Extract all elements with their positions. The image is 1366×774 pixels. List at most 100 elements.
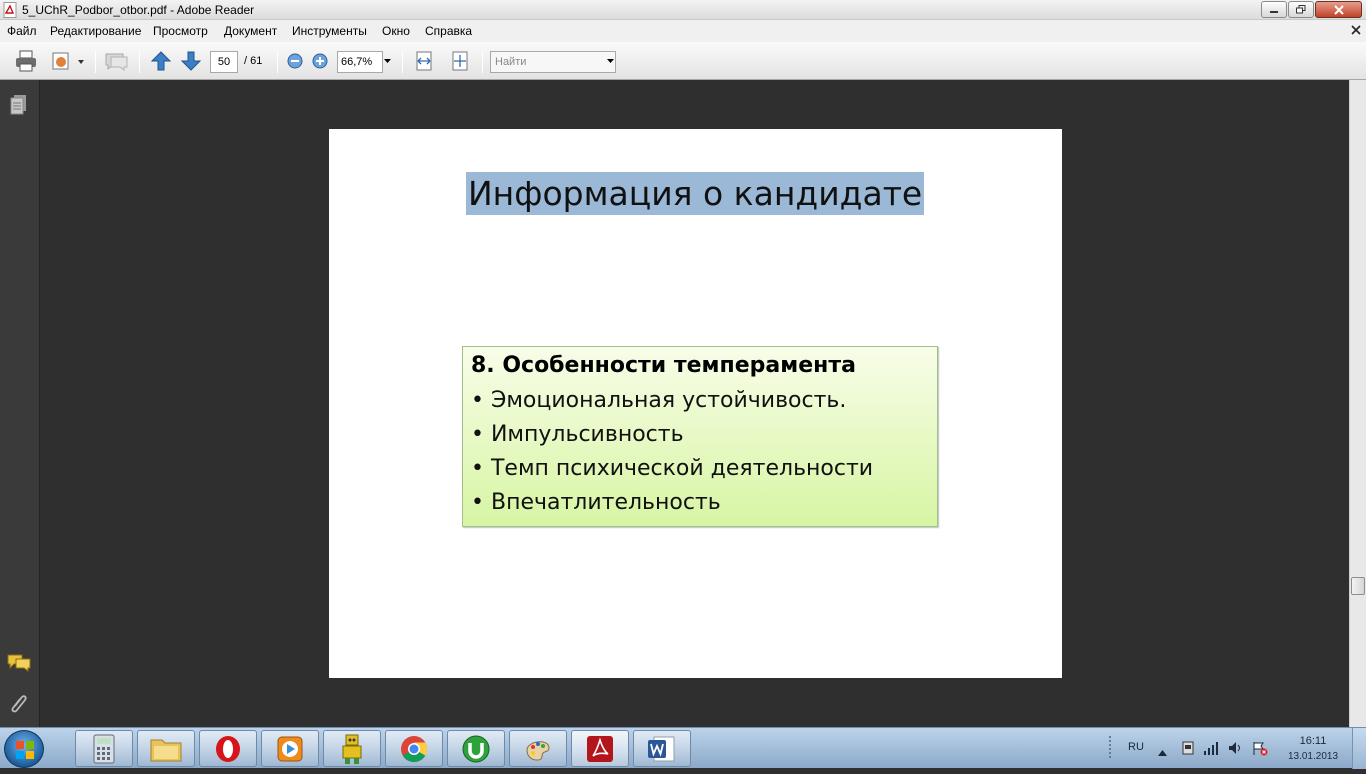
search-dropdown[interactable]: [606, 56, 615, 66]
windows-logo-icon: [16, 741, 34, 759]
toolbar-separator: [95, 51, 96, 73]
print-button[interactable]: [13, 50, 39, 72]
taskbar-paint[interactable]: [509, 730, 567, 767]
previous-page-button[interactable]: [149, 50, 173, 72]
close-button[interactable]: [1315, 1, 1362, 18]
scrollbar-thumb[interactable]: [1351, 577, 1365, 595]
minimize-button[interactable]: [1261, 1, 1287, 18]
restore-icon: [1296, 5, 1306, 14]
usb-tray-icon[interactable]: [1180, 740, 1196, 761]
zoom-dropdown[interactable]: [383, 56, 392, 66]
folder-icon: [150, 739, 182, 761]
menu-bar: Файл Редактирование Просмотр Документ Ин…: [0, 20, 1366, 42]
fit-width-icon: [416, 51, 432, 71]
slide-title: Информация о кандидате: [466, 172, 925, 215]
taskbar-adobe-reader[interactable]: [571, 730, 629, 767]
pdf-file-icon: [3, 2, 17, 18]
toolbar-separator: [482, 51, 483, 73]
taskbar-chrome[interactable]: [385, 730, 443, 767]
clock-date[interactable]: 13.01.2013: [1280, 751, 1346, 762]
fit-width-button[interactable]: [412, 50, 436, 72]
bullet-item: • Импульсивность: [471, 422, 684, 447]
toolbar-separator: [402, 51, 403, 73]
menu-edit[interactable]: Редактирование: [50, 24, 141, 38]
taskbar: RU 16:11 13.01.2013: [0, 727, 1366, 769]
zoom-out-button[interactable]: [286, 52, 304, 70]
speaker-icon: [1229, 742, 1240, 754]
start-button[interactable]: [4, 730, 44, 768]
taskbar-opera[interactable]: [199, 730, 257, 767]
restore-button[interactable]: [1288, 1, 1314, 18]
comments-panel-button[interactable]: [7, 653, 31, 673]
utorrent-icon: [462, 735, 490, 762]
media-player-icon: [277, 736, 303, 761]
bullet-item: • Эмоциональная устойчивость.: [471, 388, 847, 413]
page-number-input[interactable]: 50: [210, 51, 238, 73]
taskbar-utorrent[interactable]: [447, 730, 505, 767]
fit-page-icon: [452, 51, 468, 71]
vertical-scrollbar[interactable]: [1349, 80, 1366, 727]
robot-game-icon: [342, 734, 362, 764]
page-total: / 61: [244, 55, 263, 67]
comment-button[interactable]: [103, 50, 129, 72]
pages-panel-button[interactable]: [9, 94, 29, 116]
flag-warning-icon: [1253, 742, 1268, 756]
speech-bubble-icon: [105, 53, 128, 71]
chevron-down-icon: [607, 59, 614, 63]
close-document-icon[interactable]: [1350, 23, 1362, 37]
paint-palette-icon: [526, 740, 550, 761]
chevron-down-icon: [384, 59, 391, 63]
show-desktop-button[interactable]: [1352, 728, 1366, 769]
menu-view[interactable]: Просмотр: [153, 24, 208, 38]
bullet-item: • Впечатлительность: [471, 490, 721, 515]
attachments-panel-button[interactable]: [8, 692, 30, 716]
volume-tray-icon[interactable]: [1227, 740, 1243, 761]
next-page-button[interactable]: [179, 50, 203, 72]
printer-icon: [16, 50, 36, 72]
close-icon: [1333, 4, 1344, 15]
menu-file[interactable]: Файл: [7, 24, 37, 38]
language-indicator[interactable]: RU: [1128, 741, 1144, 753]
toolbar-separator: [139, 51, 140, 73]
chrome-icon: [401, 735, 428, 762]
clock-time[interactable]: 16:11: [1288, 735, 1338, 747]
taskbar-game[interactable]: [323, 730, 381, 767]
opera-icon: [216, 735, 240, 762]
taskbar-media-player[interactable]: [261, 730, 319, 767]
toolbar: 50 / 61 66,7% Найти: [0, 42, 1366, 80]
chevron-up-icon: [1158, 750, 1167, 756]
taskbar-divider-grip: [1108, 736, 1114, 767]
show-hidden-icons-button[interactable]: [1158, 743, 1167, 761]
taskbar-calculator[interactable]: [75, 730, 133, 767]
navigation-panel: [0, 80, 40, 727]
minimize-icon: [1270, 10, 1278, 13]
title-bar: 5_UChR_Podbor_otbor.pdf - Adobe Reader: [0, 0, 1366, 20]
share-button[interactable]: [50, 50, 86, 72]
arrow-down-icon: [180, 51, 202, 71]
bullet-item: • Темп психической деятельности: [471, 456, 874, 481]
menu-window[interactable]: Окно: [382, 24, 410, 38]
search-input[interactable]: Найти: [490, 51, 616, 73]
action-center-tray-icon[interactable]: [1252, 740, 1268, 761]
taskbar-word[interactable]: [633, 730, 691, 767]
pages-icon: [10, 95, 26, 115]
calculator-icon: [93, 734, 115, 763]
arrow-up-icon: [150, 51, 172, 71]
taskbar-file-explorer[interactable]: [137, 730, 195, 767]
network-tray-icon[interactable]: [1203, 740, 1219, 761]
word-icon: [648, 736, 675, 761]
menu-tools[interactable]: Инструменты: [292, 24, 367, 38]
info-box: 8. Особенности темперамента • Эмоциональ…: [462, 346, 938, 527]
menu-help[interactable]: Справка: [425, 24, 472, 38]
box-heading: 8. Особенности темперамента: [471, 353, 856, 378]
share-icon: [52, 52, 84, 70]
signal-bars-icon: [1204, 742, 1218, 755]
window-title: 5_UChR_Podbor_otbor.pdf - Adobe Reader: [22, 3, 255, 17]
zoom-out-icon: [287, 53, 303, 69]
menu-document[interactable]: Документ: [224, 24, 277, 38]
pdf-page[interactable]: Информация о кандидате 8. Особенности те…: [329, 129, 1062, 678]
usb-device-icon: [1182, 741, 1194, 755]
zoom-input[interactable]: 66,7%: [337, 51, 383, 73]
full-screen-button[interactable]: [448, 50, 472, 72]
zoom-in-button[interactable]: [311, 52, 329, 70]
